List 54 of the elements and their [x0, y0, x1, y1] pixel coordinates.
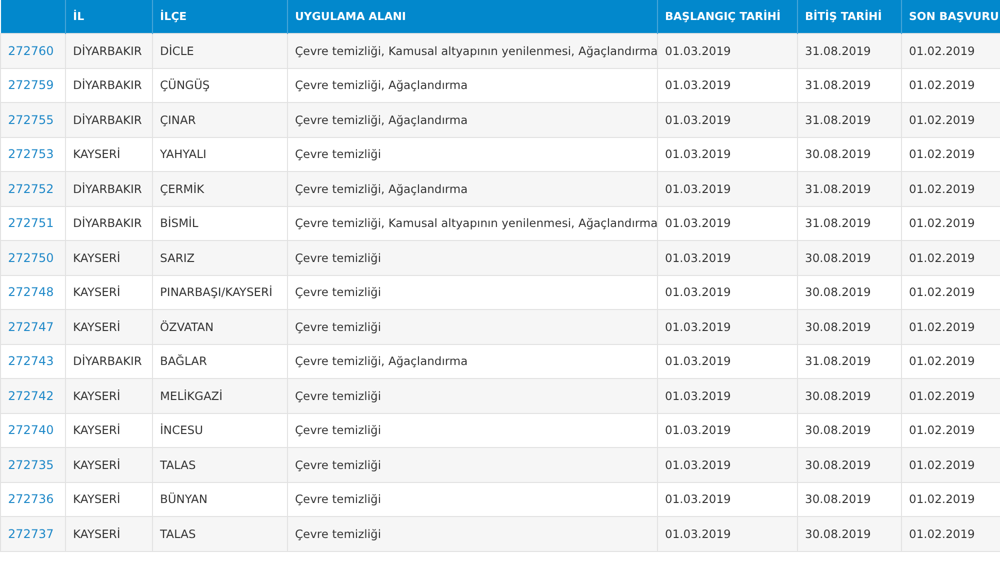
- table-cell: 30.08.2019: [798, 448, 902, 482]
- table-cell: 01.02.2019: [902, 102, 1000, 137]
- table-cell: KAYSERİ: [66, 310, 152, 344]
- table-cell: 01.03.2019: [658, 448, 798, 482]
- column-header: İLÇE: [152, 0, 288, 34]
- column-header: İL: [66, 0, 152, 34]
- column-header: SON BAŞVURU: [902, 0, 1000, 34]
- table-cell: 30.08.2019: [798, 310, 902, 344]
- table-cell: 01.02.2019: [902, 448, 1000, 482]
- table-cell: 01.02.2019: [902, 516, 1000, 551]
- column-header: BİTİŞ TARİHİ: [798, 0, 902, 34]
- table-cell: DİYARBAKIR: [66, 34, 152, 68]
- table-cell: 01.02.2019: [902, 172, 1000, 206]
- table-cell: 31.08.2019: [798, 102, 902, 137]
- table-cell: SARIZ: [152, 240, 288, 275]
- table-cell: 01.02.2019: [902, 240, 1000, 275]
- table-cell: 01.02.2019: [902, 34, 1000, 68]
- table-cell: DİYARBAKIR: [66, 172, 152, 206]
- table-cell: 01.03.2019: [658, 240, 798, 275]
- table-cell: Çevre temizliği, Ağaçlandırma: [288, 102, 658, 137]
- column-header: UYGULAMA ALANI: [288, 0, 658, 34]
- table-cell: Çevre temizliği, Kamusal altyapının yenilenmesi, Ağaçlandırma: [288, 34, 658, 68]
- table-cell: 30.08.2019: [798, 378, 902, 413]
- column-header: BAŞLANGIÇ TARİHİ: [658, 0, 798, 34]
- table-cell: 30.08.2019: [798, 516, 902, 551]
- table-cell: ÖZVATAN: [152, 310, 288, 344]
- table-cell: ÇINAR: [152, 102, 288, 137]
- table-cell: Çevre temizliği: [288, 448, 658, 482]
- table-cell: Çevre temizliği: [288, 378, 658, 413]
- table-cell: 01.03.2019: [658, 102, 798, 137]
- table-cell: KAYSERİ: [66, 240, 152, 275]
- table-cell: Çevre temizliği: [288, 516, 658, 551]
- table-cell: 31.08.2019: [798, 34, 902, 68]
- table-cell: ÇERMİK: [152, 172, 288, 206]
- table-cell: 01.03.2019: [658, 378, 798, 413]
- table-cell: DİYARBAKIR: [66, 102, 152, 137]
- table-cell: KAYSERİ: [66, 516, 152, 551]
- table-cell: TALAS: [152, 516, 288, 551]
- table-cell: KAYSERİ: [66, 378, 152, 413]
- table-cell: 30.08.2019: [798, 240, 902, 275]
- table-cell: 01.02.2019: [902, 310, 1000, 344]
- table-cell: 01.02.2019: [902, 378, 1000, 413]
- table-cell: DİCLE: [152, 34, 288, 68]
- table-cell: Çevre temizliği: [288, 240, 658, 275]
- table-cell: KAYSERİ: [66, 448, 152, 482]
- table-cell: 31.08.2019: [798, 172, 902, 206]
- table-cell: 01.03.2019: [658, 516, 798, 551]
- table-cell: 01.03.2019: [658, 172, 798, 206]
- table-cell: TALAS: [152, 448, 288, 482]
- table-cell: 01.03.2019: [658, 310, 798, 344]
- table-cell: MELİKGAZİ: [152, 378, 288, 413]
- table-cell: 01.03.2019: [658, 34, 798, 68]
- table-cell: Çevre temizliği, Ağaçlandırma: [288, 172, 658, 206]
- table-cell: Çevre temizliği: [288, 310, 658, 344]
